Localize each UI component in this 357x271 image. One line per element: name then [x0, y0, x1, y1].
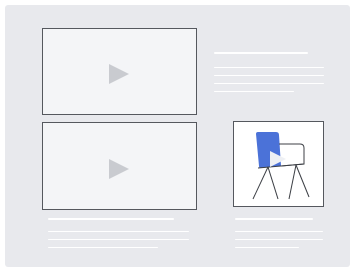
text-line [48, 231, 189, 232]
video-card-2[interactable] [42, 122, 197, 210]
text-line [48, 247, 158, 248]
text-line [214, 91, 294, 92]
text-line [214, 83, 324, 84]
play-icon[interactable] [108, 63, 130, 85]
video-card-1[interactable] [42, 28, 197, 115]
text-line [235, 239, 323, 240]
text-line-heading [214, 52, 308, 54]
text-line [235, 231, 323, 232]
play-icon[interactable] [108, 158, 130, 180]
text-line [214, 67, 324, 68]
text-line [235, 247, 299, 248]
text-line-heading [48, 218, 174, 220]
text-line [48, 239, 189, 240]
text-line-heading [235, 218, 313, 220]
product-thumbnail[interactable] [233, 121, 324, 207]
play-icon[interactable] [269, 150, 287, 168]
text-line [214, 75, 324, 76]
